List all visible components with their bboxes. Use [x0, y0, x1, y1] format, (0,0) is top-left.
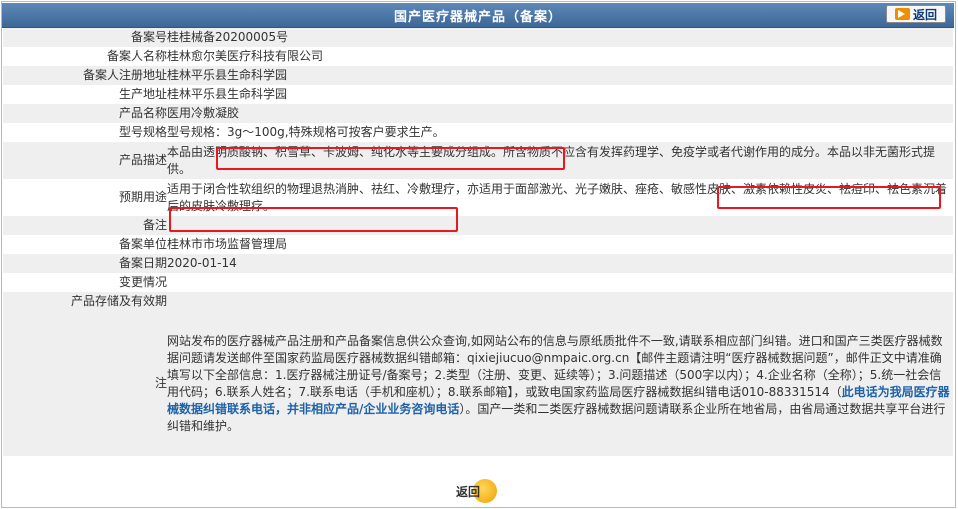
table-row-note: 注 网站发布的医疗器械产品注册和产品备案信息供公众查询,如网站公布的信息与原纸质… — [3, 311, 953, 456]
table-row: 变更情况 — [3, 273, 953, 292]
arrow-right-icon — [894, 8, 910, 20]
table-row: 备案人名称 桂林愈尔美医疗科技有限公司 — [3, 47, 953, 66]
back-button-top[interactable]: 返回 — [886, 5, 946, 23]
field-label: 型号规格 — [3, 123, 167, 142]
back-button-bottom-label: 返回 — [456, 485, 481, 499]
field-label: 备案单位 — [3, 235, 167, 254]
note-text: 网站发布的医疗器械产品注册和产品备案信息供公众查询,如网站公布的信息与原纸质批件… — [167, 311, 953, 456]
field-label: 备案人名称 — [3, 47, 167, 66]
table-row: 备案号 桂桂械备20200005号 — [3, 28, 953, 47]
back-button-bottom[interactable]: 返回 — [450, 478, 502, 504]
title-bar: 国产医疗器械产品（备案） 返回 — [2, 3, 954, 28]
record-table: 备案号 桂桂械备20200005号 备案人名称 桂林愈尔美医疗科技有限公司 备案… — [3, 28, 953, 490]
table-row: 产品名称 医用冷敷凝胶 — [3, 104, 953, 123]
table-row: 备案人注册地址 桂林平乐县生命科学园 — [3, 66, 953, 85]
table-row: 产品存储及有效期 — [3, 292, 953, 311]
note-part-1: 网站发布的医疗器械产品注册和产品备案信息供公众查询,如网站公布的信息与原纸质批件… — [167, 333, 943, 399]
field-value: 型号规格：3g～100g,特殊规格可按客户要求生产。 — [167, 123, 953, 142]
field-label: 变更情况 — [3, 273, 167, 292]
field-label: 产品存储及有效期 — [3, 292, 167, 311]
field-value: 桂林平乐县生命科学园 — [167, 85, 953, 104]
table-row: 预期用途 适用于闭合性软组织的物理退热消肿、祛红、冷敷理疗，亦适用于面部激光、光… — [3, 179, 953, 216]
field-value: 2020-01-14 — [167, 254, 953, 273]
field-label: 产品描述 — [3, 142, 167, 179]
table-row: 生产地址 桂林平乐县生命科学园 — [3, 85, 953, 104]
field-label: 备注 — [3, 216, 167, 235]
field-label: 备案号 — [3, 28, 167, 47]
table-row: 备注 — [3, 216, 953, 235]
field-value: 本品由透明质酸钠、积雪草、卡波姆、纯化水等主要成分组成。所含物质不应含有发挥药理… — [167, 142, 953, 179]
field-label: 生产地址 — [3, 85, 167, 104]
field-value: 桂林愈尔美医疗科技有限公司 — [167, 47, 953, 66]
field-value: 桂林平乐县生命科学园 — [167, 66, 953, 85]
field-value — [167, 292, 953, 311]
page-title: 国产医疗器械产品（备案） — [393, 10, 562, 25]
field-label: 产品名称 — [3, 104, 167, 123]
back-button-label: 返回 — [912, 7, 937, 22]
field-value — [167, 273, 953, 292]
table-row: 型号规格 型号规格：3g～100g,特殊规格可按客户要求生产。 — [3, 123, 953, 142]
field-value: 桂桂械备20200005号 — [167, 28, 953, 47]
note-label: 注 — [3, 311, 167, 456]
field-label: 备案日期 — [3, 254, 167, 273]
table-row: 备案单位 桂林市市场监督管理局 — [3, 235, 953, 254]
field-value: 医用冷敷凝胶 — [167, 104, 953, 123]
field-label: 预期用途 — [3, 179, 167, 216]
table-row: 备案日期 2020-01-14 — [3, 254, 953, 273]
field-label: 备案人注册地址 — [3, 66, 167, 85]
field-value: 桂林市市场监督管理局 — [167, 235, 953, 254]
field-value — [167, 216, 953, 235]
field-value: 适用于闭合性软组织的物理退热消肿、祛红、冷敷理疗，亦适用于面部激光、光子嫩肤、痤… — [167, 179, 953, 216]
table-row: 产品描述 本品由透明质酸钠、积雪草、卡波姆、纯化水等主要成分组成。所含物质不应含… — [3, 142, 953, 179]
